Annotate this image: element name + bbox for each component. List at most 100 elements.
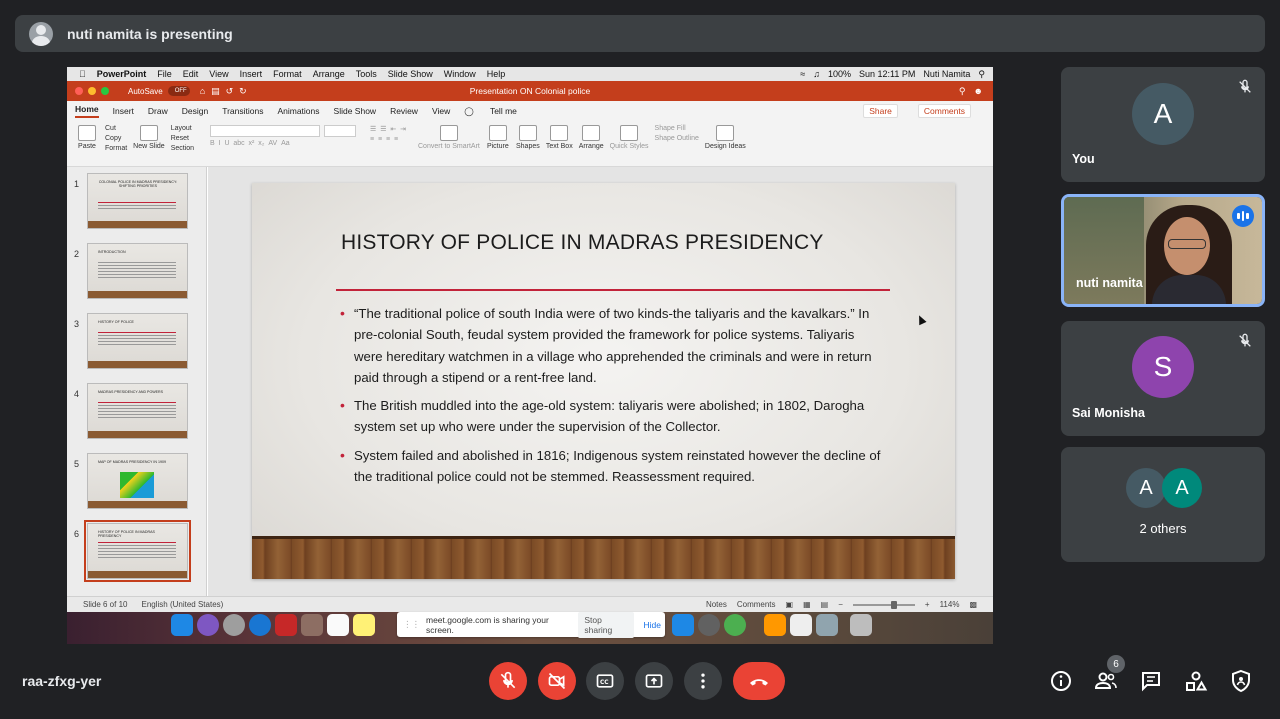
thumbnail-row[interactable]: 1 COLONIAL POLICE IN MADRAS PRESIDENCY: … (67, 171, 206, 231)
quick-access-icons[interactable]: ⌂▤↺↻ (200, 86, 253, 97)
slide-title[interactable]: HISTORY OF POLICE IN MADRAS PRESIDENCY (341, 231, 824, 255)
menu-insert[interactable]: Insert (240, 69, 263, 79)
participant-tile-you[interactable]: A You (1061, 67, 1265, 182)
design-ideas-button[interactable]: Design Ideas (705, 125, 746, 150)
drag-handle-icon[interactable]: ⋮⋮ (403, 619, 420, 630)
tab-design[interactable]: Design (182, 106, 208, 116)
normal-view-icon[interactable]: ▣ (786, 600, 794, 609)
tab-animations[interactable]: Animations (277, 106, 319, 116)
reset-button[interactable]: Reset (171, 135, 194, 142)
photos-icon[interactable] (275, 614, 297, 636)
tab-view[interactable]: View (432, 106, 450, 116)
shape-fill-button[interactable]: Shape Fill (655, 125, 699, 132)
section-button[interactable]: Section (171, 145, 194, 152)
finder-icon[interactable] (171, 614, 193, 636)
safari-icon[interactable] (249, 614, 271, 636)
zoom-level[interactable]: 114% (940, 600, 960, 609)
tab-review[interactable]: Review (390, 106, 418, 116)
font-size-select[interactable] (324, 125, 357, 137)
comments-button[interactable]: Comments (917, 104, 971, 118)
align-icons[interactable]: ≡ ≡ ≡ ≡ (370, 136, 406, 143)
zoom-window-icon[interactable] (101, 87, 109, 95)
document-icon[interactable] (790, 614, 812, 636)
close-window-icon[interactable] (75, 87, 83, 95)
wifi-icon[interactable]: ≈ (800, 69, 805, 80)
thumbnail-row[interactable]: 4 MADRAS PRESIDENCY AND POWERS (67, 381, 206, 441)
tab-transitions[interactable]: Transitions (222, 106, 263, 116)
current-slide[interactable]: HISTORY OF POLICE IN MADRAS PRESIDENCY “… (252, 183, 955, 579)
participant-tile-presenter[interactable]: nuti namita (1061, 194, 1265, 307)
menu-help[interactable]: Help (487, 69, 506, 79)
slide-thumbnail[interactable]: INTRODUCTION (87, 243, 188, 299)
zoom-out-icon[interactable]: − (838, 600, 843, 609)
share-button[interactable]: Share (863, 104, 898, 118)
volume-icon[interactable]: ♫ (813, 69, 820, 80)
chrome-icon[interactable] (724, 614, 746, 636)
slide-thumbnail-selected[interactable]: HISTORY OF POLICE IN MADRAS PRESIDENCY (84, 520, 191, 582)
menu-window[interactable]: Window (444, 69, 476, 79)
font-format-icons[interactable]: B I U abc x² x₂ AV Aa (210, 140, 356, 147)
list-icons[interactable]: ☰ ☰ ⇤ ⇥ (370, 125, 406, 133)
thumbnail-row[interactable]: 2 INTRODUCTION (67, 241, 206, 301)
picture-button[interactable]: Picture (486, 125, 510, 150)
status-comments-button[interactable]: Comments (737, 600, 776, 609)
toggle-mic-button[interactable] (489, 662, 527, 700)
tab-draw[interactable]: Draw (148, 106, 168, 116)
slide-thumbnail[interactable]: MADRAS PRESIDENCY AND POWERS (87, 383, 188, 439)
fit-slide-icon[interactable]: ▩ (969, 600, 977, 609)
new-slide-button[interactable]: New Slide (133, 125, 165, 150)
language-indicator[interactable]: English (United States) (141, 600, 223, 609)
host-controls-icon[interactable] (1229, 669, 1253, 693)
reading-view-icon[interactable]: ▤ (821, 600, 829, 609)
menu-tools[interactable]: Tools (356, 69, 377, 79)
leave-call-button[interactable] (733, 662, 785, 700)
zoom-slider-handle[interactable] (890, 600, 897, 609)
tab-insert[interactable]: Insert (113, 106, 134, 116)
notes-app-icon[interactable] (353, 614, 375, 636)
copy-button[interactable]: Copy (105, 135, 127, 142)
hide-notice-button[interactable]: Hide (640, 617, 665, 633)
menu-user[interactable]: Nuti Namita (923, 69, 970, 80)
search-icon[interactable]: ⚲ (959, 86, 966, 97)
slide-thumbnail[interactable]: HISTORY OF POLICE (87, 313, 188, 369)
autosave-control[interactable]: AutoSave OFF (128, 86, 190, 96)
arrange-button[interactable]: Arrange (579, 125, 604, 150)
trash-icon[interactable] (850, 614, 872, 636)
numbers-icon[interactable] (764, 614, 786, 636)
format-painter-button[interactable]: Format (105, 145, 127, 152)
layout-button[interactable]: Layout (171, 125, 194, 132)
activities-icon[interactable] (1184, 669, 1208, 693)
slide-thumbnail-panel[interactable]: 1 COLONIAL POLICE IN MADRAS PRESIDENCY: … (67, 167, 207, 596)
quick-styles-button[interactable]: Quick Styles (610, 125, 649, 150)
shape-outline-button[interactable]: Shape Outline (655, 135, 699, 142)
stop-sharing-button[interactable]: Stop sharing (578, 611, 634, 638)
chat-icon[interactable] (1139, 669, 1163, 693)
preview-icon[interactable] (816, 614, 838, 636)
cut-button[interactable]: Cut (105, 125, 127, 132)
thumbnail-row[interactable]: 6 HISTORY OF POLICE IN MADRAS PRESIDENCY (67, 520, 206, 582)
participant-tile-others[interactable]: A A 2 others (1061, 447, 1265, 562)
zoom-in-icon[interactable]: + (925, 600, 930, 609)
menu-file[interactable]: File (157, 69, 172, 79)
account-icon[interactable]: ☻ (974, 86, 983, 97)
menu-format[interactable]: Format (273, 69, 302, 79)
captions-button[interactable]: CC (586, 662, 624, 700)
thumbnail-row[interactable]: 3 HISTORY OF POLICE (67, 311, 206, 371)
present-screen-button[interactable] (635, 662, 673, 700)
battery-percent[interactable]: 100% (828, 69, 851, 80)
text-box-button[interactable]: Text Box (546, 125, 573, 150)
participant-tile-sai-monisha[interactable]: S Sai Monisha (1061, 321, 1265, 436)
thumbnail-row[interactable]: 5 MAP OF MADRAS PRESIDENCY IN 1909 (67, 451, 206, 511)
apple-icon[interactable]:  (79, 69, 86, 79)
menu-app-name[interactable]: PowerPoint (97, 69, 147, 79)
zoom-slider[interactable] (852, 600, 915, 609)
menu-clock[interactable]: Sun 12:11 PM (859, 69, 915, 80)
slide-canvas[interactable]: HISTORY OF POLICE IN MADRAS PRESIDENCY “… (208, 167, 993, 596)
menu-view[interactable]: View (209, 69, 228, 79)
meeting-info-icon[interactable] (1049, 669, 1073, 693)
toggle-camera-button[interactable] (538, 662, 576, 700)
siri-icon[interactable] (197, 614, 219, 636)
menu-slide-show[interactable]: Slide Show (388, 69, 433, 79)
tab-home[interactable]: Home (75, 104, 99, 118)
bullet-item[interactable]: “The traditional police of south India w… (340, 303, 885, 388)
